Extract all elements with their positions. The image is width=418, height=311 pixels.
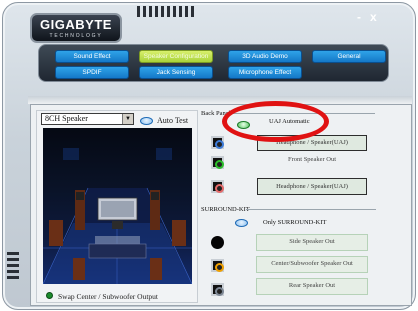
jack-gray-icon [211,283,224,296]
jack-pink-icon [211,180,224,193]
output-side-speaker: Side Speaker Out [289,238,335,245]
jack-black-icon [211,236,224,249]
brand-tagline: TECHNOLOGY [49,33,103,39]
side-grip[interactable] [7,252,19,279]
tab-spdif[interactable]: SPDIF [55,66,129,79]
tab-sound-effect[interactable]: Sound Effect [55,50,129,63]
swap-label: Swap Center / Subwoofer Output [58,292,158,301]
speaker-room-image [43,128,192,284]
minimize-button[interactable]: - [357,11,361,23]
jack-blue-icon [211,136,224,149]
only-surround-kit-label: Only SURROUND-KIT [263,219,327,226]
close-button[interactable]: x [370,11,377,23]
output-uaj-bottom[interactable]: Headphone / Speaker(UAJ) [257,178,367,195]
highlight-ring [222,101,329,142]
surround-kit-radio[interactable] [235,219,248,227]
tab-general[interactable]: General [312,50,386,63]
tab-speaker-configuration[interactable]: Speaker Configuration [139,50,213,63]
jack-orange-icon [211,259,224,272]
auto-test-radio[interactable] [140,117,153,125]
auto-test-label: Auto Test [157,116,189,125]
output-front-speaker: Front Speaker Out [287,156,337,163]
tab-jack-sensing[interactable]: Jack Sensing [139,66,213,79]
drag-grip[interactable] [137,6,194,17]
brand-name: GIGABYTE [40,17,112,32]
surround-kit-label: SURROUND-KIT [201,206,250,213]
divider [246,209,376,210]
swap-radio[interactable] [46,292,53,299]
jack-green-icon [211,156,224,169]
speaker-mode-select[interactable]: 8CH Speaker ▼ [41,113,134,125]
room-illustration [43,148,192,284]
chevron-down-icon[interactable]: ▼ [122,114,133,124]
panel-header-strip [28,96,412,104]
output-rear-speaker: Rear Speaker Out [288,282,336,289]
gigabyte-logo: GIGABYTE TECHNOLOGY [30,13,122,43]
speaker-mode-value: 8CH Speaker [45,114,88,123]
tab-3d-audio-demo[interactable]: 3D Audio Demo [228,50,302,63]
output-center-subwoofer: Center/Subwoofer Speaker Out [271,260,353,267]
tab-microphone-effect[interactable]: Microphone Effect [228,66,302,79]
